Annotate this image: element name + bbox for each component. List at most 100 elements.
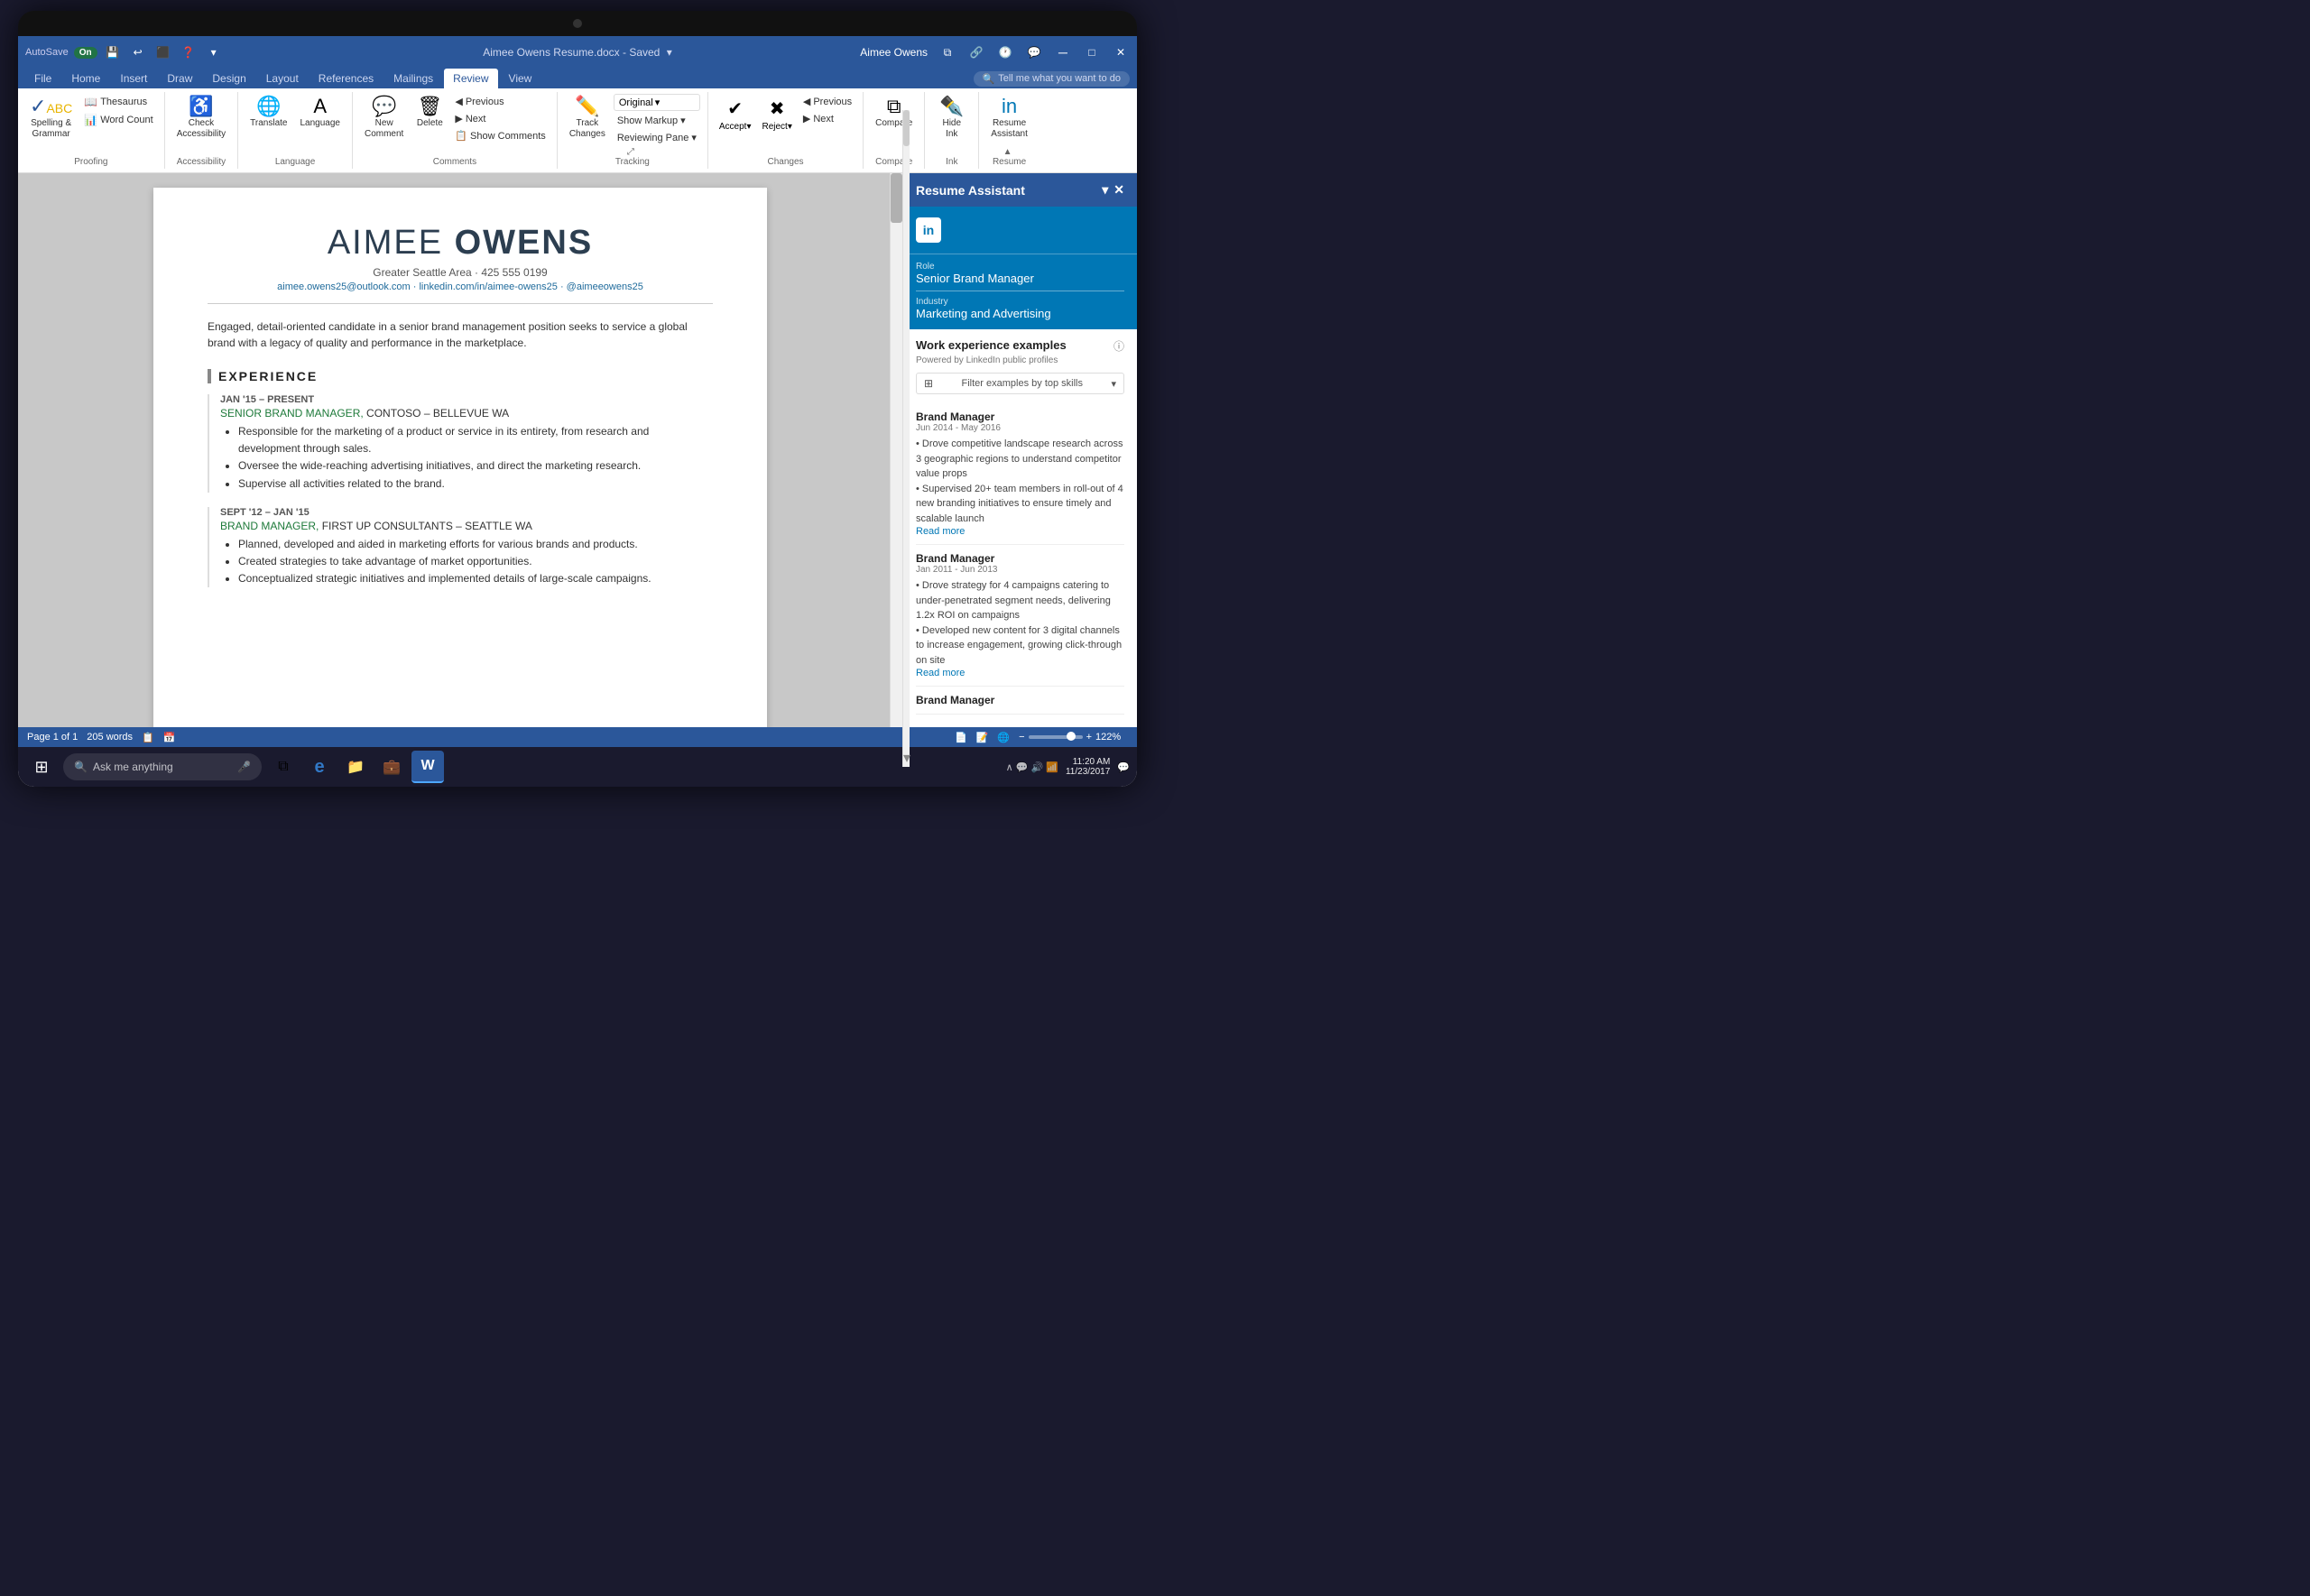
job-company-1: CONTOSO – BELLEVUE WA [364,407,509,420]
reviewing-pane-button[interactable]: Reviewing Pane ▾ [614,130,700,145]
job-bullets-1: Responsible for the marketing of a produ… [220,423,713,493]
exp-bullets-2: • Drove strategy for 4 campaigns caterin… [916,578,1124,668]
tell-me-bar[interactable]: 🔍 Tell me what you want to do [974,71,1130,87]
notification-icon[interactable]: 💬 [1117,761,1130,773]
experience-section-title: EXPERIENCE [208,369,713,383]
scroll-thumb[interactable] [891,173,902,223]
notes-icon[interactable]: 📋 [142,732,154,743]
hide-ink-icon: ✒️ [939,97,964,116]
store-icon[interactable]: 💼 [375,751,408,783]
tracking-expand-icon[interactable]: ⤢ [627,147,634,157]
mic-icon[interactable]: 🎤 [237,761,251,773]
tab-file[interactable]: File [25,69,60,88]
track-changes-button[interactable]: ✏️ Track Changes [565,94,610,143]
changes-items: ✔ Accept▾ ✖ Reject▾ [716,94,855,157]
language-items: 🌐 Translate A Language [245,94,345,157]
calendar-icon[interactable]: 📅 [163,732,176,743]
minimize-button[interactable]: ─ [1054,43,1072,61]
show-markup-button[interactable]: Show Markup ▾ [614,113,700,128]
next-comment-button[interactable]: ▶ Next [451,111,549,126]
reject-button[interactable]: ✖ Reject▾ [758,94,795,135]
previous-comment-button[interactable]: ◀ Previous [451,94,549,109]
view-print-icon[interactable]: 📝 [976,732,989,743]
resume-collapse-icon[interactable]: ▲ [1003,147,1012,157]
view-read-icon[interactable]: 📄 [955,732,967,743]
tab-mailings[interactable]: Mailings [384,69,442,88]
word-icon[interactable]: W [411,751,444,783]
tab-review[interactable]: Review [444,69,497,88]
tab-references[interactable]: References [310,69,383,88]
panel-collapse-icon[interactable]: ▾ [1102,182,1108,198]
industry-value[interactable]: Marketing and Advertising [916,307,1124,320]
taskbar-search[interactable]: 🔍 Ask me anything 🎤 [63,753,262,780]
word-count-button[interactable]: 📊 Word Count [80,112,156,128]
thesaurus-button[interactable]: 📖 Thesaurus [80,94,156,110]
accept-button[interactable]: ✔ Accept▾ [716,94,755,135]
original-dropdown[interactable]: Original ▾ [614,94,700,111]
filter-bar[interactable]: ⊞ Filter examples by top skills ▾ [916,373,1124,394]
doc-scroll-area[interactable]: AIMEE OWENS Greater Seattle Area · 425 5… [18,173,902,727]
file-explorer-icon[interactable]: 📁 [339,751,372,783]
read-more-1[interactable]: Read more [916,526,1124,537]
autosave-toggle[interactable]: On [74,47,97,59]
comments-icon[interactable]: 💬 [1025,43,1043,61]
undo-icon[interactable]: ↩ [128,42,148,62]
share-icon[interactable]: 🔗 [967,43,985,61]
tab-view[interactable]: View [500,69,541,88]
resume-name: AIMEE OWENS [208,224,713,263]
new-comment-button[interactable]: 💬 New Comment [360,94,408,143]
tab-home[interactable]: Home [62,69,109,88]
delete-comment-button[interactable]: 🗑 Delete [411,94,448,132]
zoom-slider[interactable] [1029,735,1083,739]
panel-close-icon[interactable]: ✕ [1113,182,1124,198]
edge-icon[interactable]: e [303,751,336,783]
powered-by-label: Powered by LinkedIn public profiles [916,355,1124,365]
tab-design[interactable]: Design [203,69,254,88]
comments-group-label: Comments [433,157,476,167]
language-button[interactable]: A Language [295,94,345,132]
redo-icon[interactable]: ⬛ [153,42,173,62]
role-value[interactable]: Senior Brand Manager [916,272,1124,291]
spelling-grammar-button[interactable]: ✓ABC Spelling & Grammar [25,94,77,143]
scroll-track[interactable] [890,173,902,727]
maximize-button[interactable]: □ [1083,43,1101,61]
spelling-icon: ✓ABC [30,97,72,116]
info-icon[interactable]: ⓘ [1113,338,1124,354]
dropdown-arrow[interactable]: ▾ [667,46,672,59]
tell-me-text: Tell me what you want to do [998,73,1121,84]
customize-icon[interactable]: ▾ [204,42,224,62]
show-comments-button[interactable]: 📋 Show Comments [451,128,549,143]
save-icon[interactable]: 💾 [103,42,123,62]
zoom-level: 122% [1095,732,1128,743]
resume-assistant-button[interactable]: in Resume Assistant [986,94,1032,143]
start-button[interactable]: ⊞ [25,751,58,783]
task-view-icon[interactable]: ⧉ [267,751,300,783]
next-change-button[interactable]: ▶ Next [799,111,855,126]
search-icon: 🔍 [983,73,995,85]
resume-summary: Engaged, detail-oriented candidate in a … [208,318,713,351]
translate-button[interactable]: 🌐 Translate [245,94,291,132]
resume-assistant-panel: Resume Assistant ▾ ✕ in Role Senior Bran… [902,173,1137,727]
zoom-out-btn[interactable]: − [1019,732,1024,743]
history-icon[interactable]: 🕐 [996,43,1014,61]
tab-draw[interactable]: Draw [158,69,201,88]
prev-change-button[interactable]: ◀ Previous [799,94,855,109]
tab-layout[interactable]: Layout [257,69,308,88]
bullet-2-1: Planned, developed and aided in marketin… [238,536,713,553]
panel-scrollbar[interactable]: ▾ [902,173,910,727]
zoom-in-btn[interactable]: + [1086,732,1092,743]
check-accessibility-button[interactable]: ♿ Check Accessibility [172,94,230,143]
view-web-icon[interactable]: 🌐 [997,732,1010,743]
read-more-2[interactable]: Read more [916,668,1124,678]
restore-window-icon[interactable]: ⧉ [938,43,956,61]
document-area: AIMEE OWENS Greater Seattle Area · 425 5… [18,173,1137,727]
panel-header: Resume Assistant ▾ ✕ [903,173,1137,207]
camera-dot [573,19,582,28]
tab-insert[interactable]: Insert [111,69,156,88]
close-button[interactable]: ✕ [1112,43,1130,61]
prev-change-label: Previous [813,97,852,107]
hide-ink-button[interactable]: ✒️ Hide Ink [934,94,970,143]
help-icon[interactable]: ❓ [179,42,199,62]
compare-button[interactable]: ⧉ Compare [871,94,917,132]
device-frame: AutoSave On 💾 ↩ ⬛ ❓ ▾ Aimee Owens Resume… [18,11,1137,787]
